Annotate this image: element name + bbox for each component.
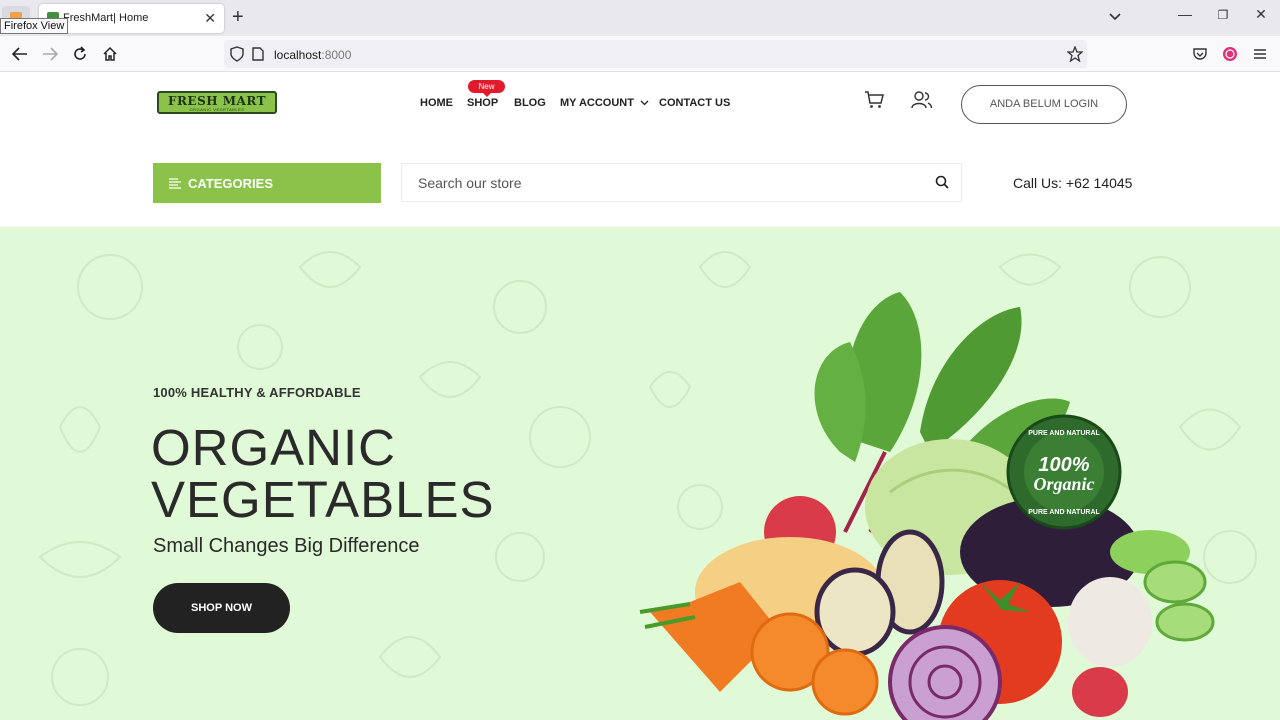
search-icon[interactable]	[935, 175, 949, 194]
nav-contact-us[interactable]: CONTACT US	[659, 97, 730, 109]
categories-button[interactable]: CATEGORIES	[153, 163, 381, 203]
new-badge: New	[468, 80, 505, 97]
badge-percent-text: 100%	[1038, 454, 1089, 476]
url-text[interactable]: localhost:8000	[274, 48, 351, 62]
account-avatar-icon[interactable]	[1220, 44, 1240, 64]
url-bar[interactable]: localhost:8000	[224, 40, 1087, 68]
hero-banner: 100% HEALTHY & AFFORDABLE ORGANIC VEGETA…	[0, 227, 1280, 720]
shop-now-button[interactable]: SHOP NOW	[153, 583, 290, 633]
hero-title-line-2: VEGETABLES	[151, 471, 495, 528]
hero-tagline: 100% HEALTHY & AFFORDABLE	[153, 385, 361, 400]
restore-button[interactable]: ❐	[1211, 8, 1235, 22]
hero-title-line-1: ORGANIC	[151, 419, 397, 476]
home-icon[interactable]	[100, 44, 120, 64]
badge-top-text: PURE AND NATURAL	[1028, 430, 1100, 437]
shield-icon[interactable]	[230, 46, 244, 67]
nav-home[interactable]: HOME	[420, 97, 453, 109]
call-us-phone: Call Us: +62 14045	[1013, 175, 1133, 191]
site-logo[interactable]: FRESH MART ORGANIC VEGETABLES	[157, 91, 277, 114]
back-arrow-icon[interactable]	[10, 44, 30, 64]
browser-tab-bar: Firefox View FreshMart| Home ✕ + — ❐ ✕	[0, 0, 1280, 36]
minimize-button[interactable]: —	[1173, 6, 1197, 22]
browser-nav-bar: localhost:8000	[0, 36, 1280, 72]
page-info-icon[interactable]	[252, 47, 264, 66]
nav-my-account-label: MY ACCOUNT	[560, 97, 634, 109]
reload-icon[interactable]	[70, 44, 90, 64]
nav-blog[interactable]: BLOG	[514, 97, 546, 109]
pocket-icon[interactable]	[1190, 44, 1210, 64]
close-window-button[interactable]: ✕	[1249, 6, 1273, 23]
user-account-icon[interactable]	[911, 91, 933, 114]
bookmark-star-icon[interactable]	[1066, 45, 1084, 67]
vegetables-image: PURE AND NATURAL 100% Organic PURE AND N…	[639, 292, 1215, 720]
badge-organic-text: Organic	[1033, 474, 1094, 494]
hero-subtitle: Small Changes Big Difference	[153, 535, 420, 557]
nav-my-account[interactable]: MY ACCOUNT	[560, 97, 649, 109]
chevron-down-icon	[640, 100, 649, 106]
list-icon	[169, 177, 181, 192]
cart-icon[interactable]	[864, 91, 884, 114]
nav-shop[interactable]: SHOP	[467, 97, 498, 109]
tooltip: Firefox View	[0, 18, 69, 34]
forward-arrow-icon[interactable]	[40, 44, 60, 64]
tab-title: FreshMart| Home	[63, 12, 149, 24]
badge-bottom-text: PURE AND NATURAL	[1028, 509, 1100, 516]
hero-title: ORGANIC VEGETABLES	[151, 422, 495, 526]
login-button[interactable]: ANDA BELUM LOGIN	[961, 85, 1127, 124]
search-bar	[401, 163, 962, 202]
tab-close-icon[interactable]: ✕	[204, 10, 216, 27]
tab-list-chevron-icon[interactable]	[1108, 9, 1122, 27]
new-tab-button[interactable]: +	[232, 6, 244, 28]
logo-title: FRESH MART	[167, 94, 267, 108]
menu-hamburger-icon[interactable]	[1250, 44, 1270, 64]
categories-label: CATEGORIES	[188, 176, 273, 191]
search-input[interactable]	[418, 172, 918, 194]
